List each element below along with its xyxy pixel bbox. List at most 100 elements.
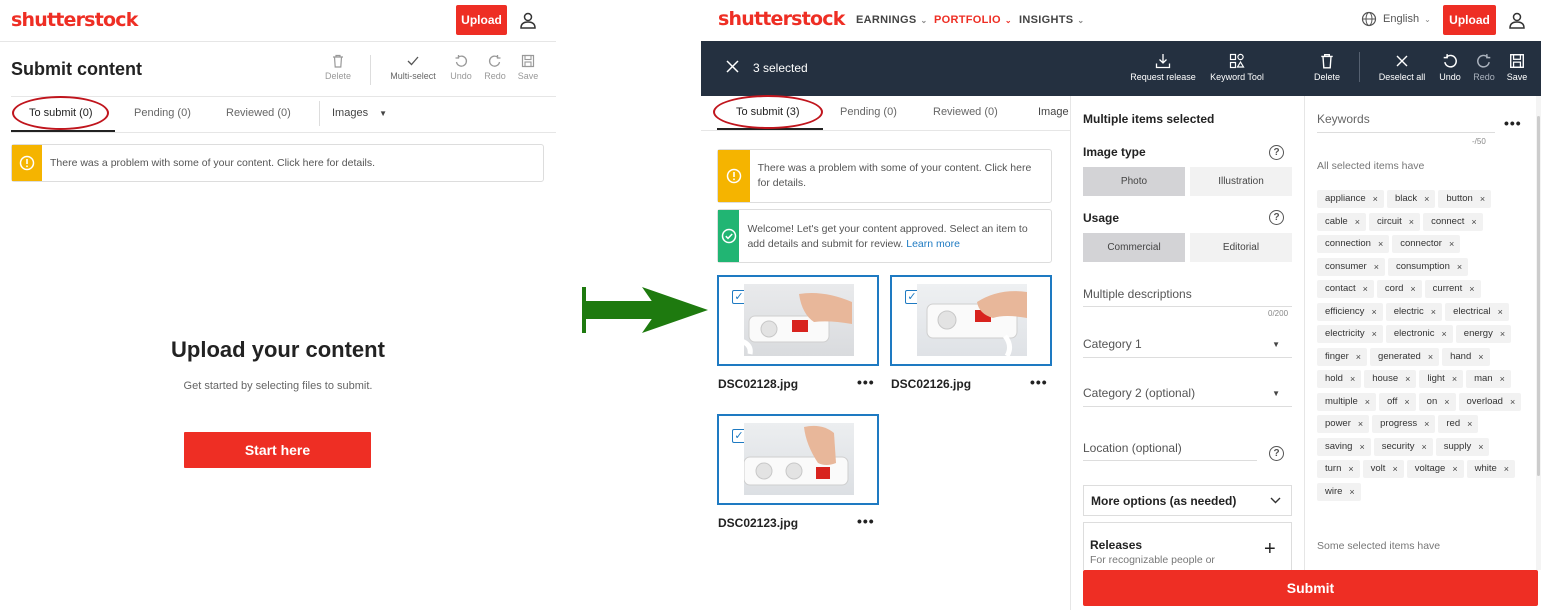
close-selection-icon[interactable]: [726, 60, 739, 78]
account-icon[interactable]: [1508, 11, 1526, 34]
keywords-input[interactable]: Keywords: [1317, 112, 1495, 133]
keyword-tag[interactable]: electric ×: [1385, 302, 1443, 321]
save-icon: [1510, 54, 1524, 68]
keyword-tag[interactable]: saving ×: [1317, 437, 1371, 456]
keyword-tag[interactable]: current ×: [1424, 280, 1481, 298]
delete-button-right[interactable]: Delete: [1311, 53, 1343, 82]
keyword-tag[interactable]: button ×: [1438, 190, 1492, 208]
keyword-tag[interactable]: wire ×: [1317, 482, 1361, 501]
keyword-tag[interactable]: hold ×: [1317, 370, 1362, 388]
keyword-tag[interactable]: man ×: [1466, 370, 1511, 388]
keyword-tag[interactable]: black ×: [1386, 190, 1436, 208]
learn-more-link[interactable]: Learn more: [906, 238, 960, 250]
thumbnail-card[interactable]: ✓: [717, 275, 879, 366]
keyword-tag[interactable]: contact ×: [1317, 280, 1374, 298]
more-options-icon[interactable]: •••: [1030, 374, 1048, 390]
keyword-tag[interactable]: on ×: [1418, 392, 1456, 411]
help-icon[interactable]: ?: [1269, 446, 1284, 461]
location-placeholder: Location (optional): [1083, 440, 1182, 455]
keyword-tag[interactable]: progress ×: [1372, 415, 1436, 433]
keyword-tag[interactable]: electronic ×: [1385, 325, 1453, 343]
usage-commercial[interactable]: Commercial: [1083, 233, 1185, 262]
tab-pending-right[interactable]: Pending (0): [840, 106, 897, 118]
more-options-icon[interactable]: •••: [857, 513, 875, 529]
usage-editorial[interactable]: Editorial: [1190, 233, 1292, 262]
media-type-select[interactable]: Images ▼: [332, 107, 387, 119]
keyword-tag[interactable]: consumer ×: [1317, 257, 1385, 276]
location-input[interactable]: Location (optional): [1083, 435, 1257, 461]
keywords-menu-icon[interactable]: •••: [1504, 115, 1522, 131]
keyword-tag[interactable]: overload ×: [1458, 392, 1522, 411]
tab-reviewed-right[interactable]: Reviewed (0): [933, 106, 998, 118]
tab-pending[interactable]: Pending (0): [134, 107, 191, 119]
keyword-tag[interactable]: finger ×: [1317, 347, 1368, 366]
nav-insights[interactable]: INSIGHTS ⌄: [1019, 14, 1084, 26]
add-release-icon[interactable]: +: [1264, 539, 1276, 559]
keyword-tag[interactable]: consumption ×: [1387, 257, 1469, 276]
keyword-tag[interactable]: light ×: [1419, 370, 1464, 388]
redo-button-right[interactable]: Redo: [1470, 53, 1498, 82]
deselect-all-button[interactable]: Deselect all: [1374, 53, 1430, 82]
upload-button[interactable]: Upload: [456, 5, 507, 35]
tab-reviewed[interactable]: Reviewed (0): [226, 107, 291, 119]
keyword-tag[interactable]: voltage ×: [1406, 460, 1464, 478]
keyword-tag[interactable]: connector ×: [1392, 235, 1461, 253]
shutterstock-logo-right[interactable]: shutterstock: [718, 8, 845, 30]
undo-button-right[interactable]: Undo: [1435, 53, 1465, 82]
problem-alert-right[interactable]: There was a problem with some of your co…: [717, 149, 1052, 203]
undo-button[interactable]: Undo: [448, 54, 474, 81]
thumbnail-card[interactable]: ✓: [890, 275, 1052, 366]
keyword-tag[interactable]: appliance ×: [1317, 190, 1384, 208]
scrollbar-thumb[interactable]: [1537, 116, 1540, 476]
keyword-tag[interactable]: generated ×: [1370, 347, 1440, 366]
start-here-button[interactable]: Start here: [184, 432, 371, 468]
category2-select[interactable]: Category 2 (optional) ▼: [1083, 380, 1292, 407]
category1-select[interactable]: Category 1 ▼: [1083, 331, 1292, 358]
keyword-tag[interactable]: efficiency ×: [1317, 302, 1383, 321]
keyword-tag[interactable]: circuit ×: [1368, 212, 1421, 231]
more-options-toggle[interactable]: More options (as needed): [1083, 485, 1292, 516]
more-options-icon[interactable]: •••: [857, 374, 875, 390]
scrollbar[interactable]: [1536, 96, 1541, 570]
account-icon[interactable]: [519, 11, 537, 34]
keyword-tag[interactable]: connect ×: [1423, 212, 1483, 231]
shutterstock-logo[interactable]: shutterstock: [11, 9, 138, 31]
nav-earnings[interactable]: EARNINGS ⌄: [856, 14, 927, 26]
keyword-tag[interactable]: volt ×: [1362, 460, 1404, 478]
keyword-tag[interactable]: off ×: [1379, 392, 1416, 411]
keyword-tag[interactable]: connection ×: [1317, 235, 1390, 253]
save-button-right[interactable]: Save: [1503, 53, 1531, 82]
keyword-tag[interactable]: house ×: [1364, 370, 1417, 388]
redo-button[interactable]: Redo: [482, 54, 508, 81]
language-select[interactable]: English ⌄: [1361, 11, 1431, 27]
media-type-select-right[interactable]: Image: [1038, 106, 1070, 118]
keyword-tag[interactable]: red ×: [1438, 415, 1479, 433]
problem-alert[interactable]: There was a problem with some of your co…: [11, 144, 544, 182]
keyword-tag[interactable]: turn ×: [1317, 460, 1360, 478]
save-button[interactable]: Save: [515, 54, 541, 81]
image-type-photo[interactable]: Photo: [1083, 167, 1185, 196]
keyword-tag[interactable]: white ×: [1466, 460, 1516, 478]
keyword-tool-button[interactable]: Keyword Tool: [1205, 53, 1269, 82]
multi-select-button[interactable]: Multi-select: [386, 54, 440, 81]
request-release-button[interactable]: Request release: [1127, 53, 1199, 82]
keyword-tag[interactable]: cable ×: [1317, 212, 1366, 231]
keyword-tag[interactable]: power ×: [1317, 415, 1370, 433]
keyword-tag[interactable]: electricity ×: [1317, 325, 1383, 343]
help-icon[interactable]: ?: [1269, 145, 1284, 160]
help-icon[interactable]: ?: [1269, 210, 1284, 225]
nav-portfolio[interactable]: PORTFOLIO ⌄: [934, 14, 1012, 26]
description-input[interactable]: Multiple descriptions: [1083, 282, 1292, 307]
upload-button-right[interactable]: Upload: [1443, 5, 1496, 35]
keyword-tag[interactable]: hand ×: [1442, 347, 1490, 366]
keyword-tag[interactable]: cord ×: [1376, 280, 1422, 298]
keyword-tag[interactable]: multiple ×: [1317, 392, 1377, 411]
submit-button[interactable]: Submit: [1083, 570, 1538, 606]
keyword-tag[interactable]: energy ×: [1455, 325, 1512, 343]
keyword-tag[interactable]: security ×: [1373, 437, 1433, 456]
keyword-tag[interactable]: supply ×: [1435, 437, 1490, 456]
thumbnail-card[interactable]: ✓: [717, 414, 879, 505]
keyword-tag[interactable]: electrical ×: [1445, 302, 1509, 321]
image-type-illustration[interactable]: Illustration: [1190, 167, 1292, 196]
delete-button[interactable]: Delete: [323, 54, 353, 81]
